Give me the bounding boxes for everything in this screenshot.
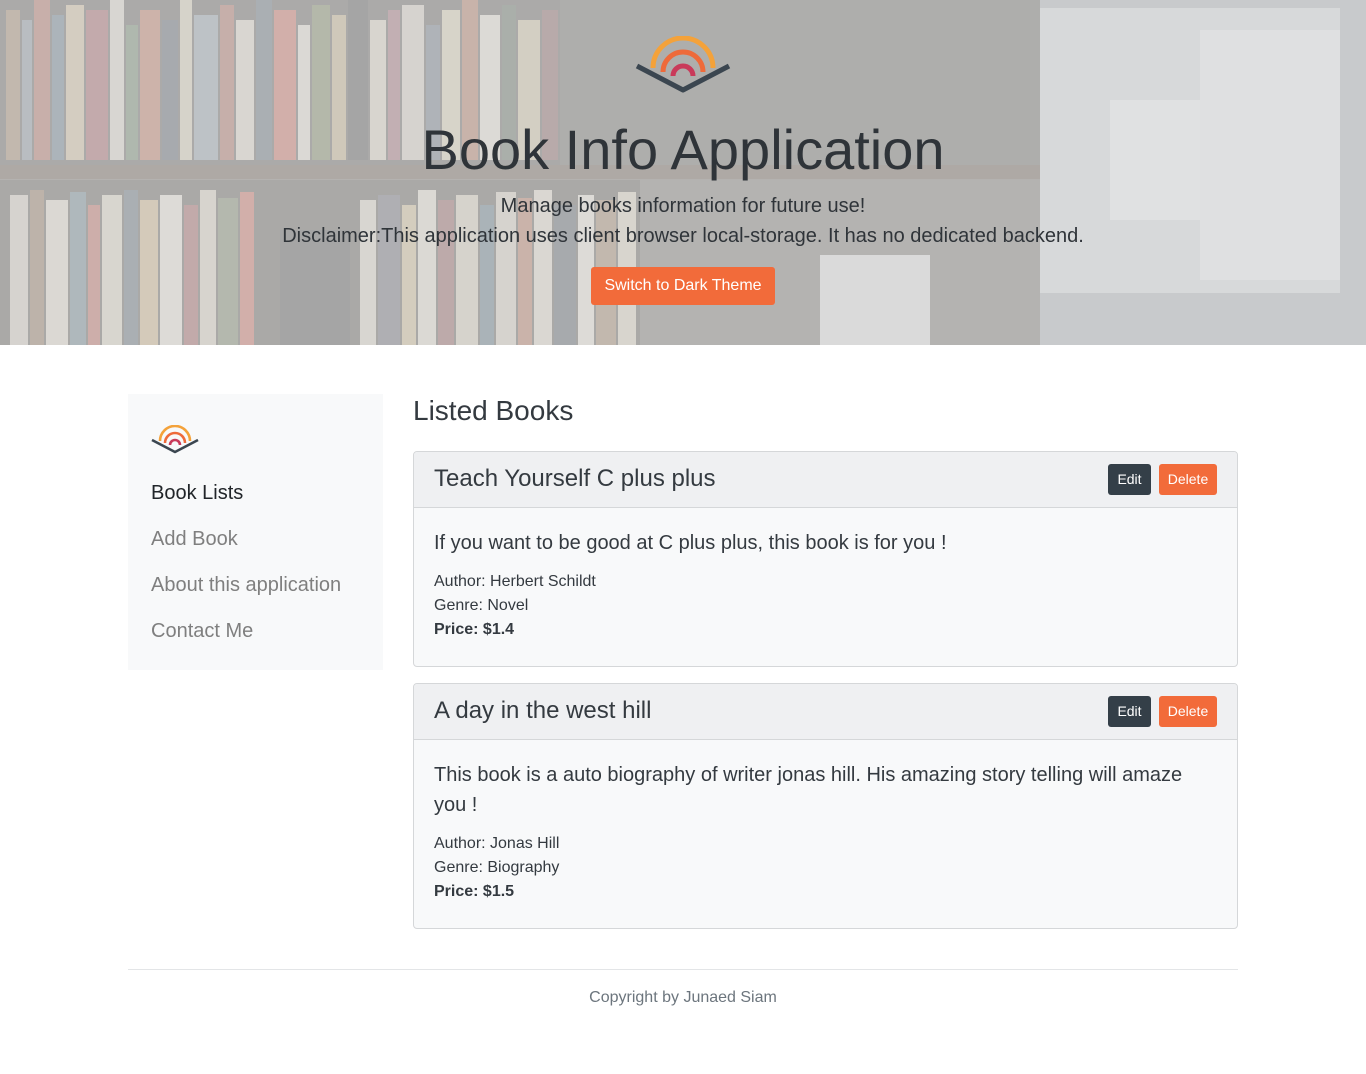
book-author: Author: Jonas Hill: [434, 835, 560, 852]
book-description: This book is a auto biography of writer …: [434, 764, 1183, 816]
footer-copyright: Copyright by Junaed Siam: [589, 989, 777, 1006]
book-card: Teach Yourself C plus plus Edit Delete I…: [413, 451, 1238, 667]
book-card-header: Teach Yourself C plus plus Edit Delete: [414, 452, 1237, 508]
book-genre: Genre: Novel: [434, 597, 529, 614]
sidebar: Book Lists Add Book About this applicati…: [128, 394, 383, 670]
page-title: Book Info Application: [421, 118, 945, 181]
delete-button[interactable]: Delete: [1159, 696, 1217, 727]
sidebar-item-about[interactable]: About this application: [151, 572, 341, 598]
hero-subtitle: Manage books information for future use!: [500, 195, 866, 217]
hero-banner: Book Info Application Manage books infor…: [0, 0, 1366, 345]
sidebar-item-add-book[interactable]: Add Book: [151, 526, 238, 552]
sidebar-item-book-lists[interactable]: Book Lists: [151, 480, 243, 506]
edit-button[interactable]: Edit: [1108, 464, 1151, 495]
book-price: Price: $1.4: [434, 621, 515, 638]
switch-theme-button[interactable]: Switch to Dark Theme: [591, 267, 775, 305]
hero-disclaimer: Disclaimer:This application uses client …: [282, 225, 1084, 247]
delete-button[interactable]: Delete: [1159, 464, 1217, 495]
book-signal-logo-icon: [151, 425, 199, 454]
book-title: A day in the west hill: [434, 697, 652, 724]
book-card: A day in the west hill Edit Delete This …: [413, 683, 1238, 929]
book-card-body: If you want to be good at C plus plus, t…: [414, 508, 1237, 664]
book-author: Author: Herbert Schildt: [434, 573, 596, 590]
book-title: Teach Yourself C plus plus: [434, 465, 716, 492]
book-card-header: A day in the west hill Edit Delete: [414, 684, 1237, 740]
book-card-body: This book is a auto biography of writer …: [414, 740, 1237, 926]
footer-divider: [128, 969, 1238, 970]
book-price: Price: $1.5: [434, 883, 515, 900]
sidebar-item-contact[interactable]: Contact Me: [151, 618, 253, 644]
edit-button[interactable]: Edit: [1108, 696, 1151, 727]
section-title: Listed Books: [413, 395, 574, 426]
book-genre: Genre: Biography: [434, 859, 560, 876]
book-description: If you want to be good at C plus plus, t…: [434, 532, 947, 554]
book-signal-logo-icon: [635, 36, 731, 93]
